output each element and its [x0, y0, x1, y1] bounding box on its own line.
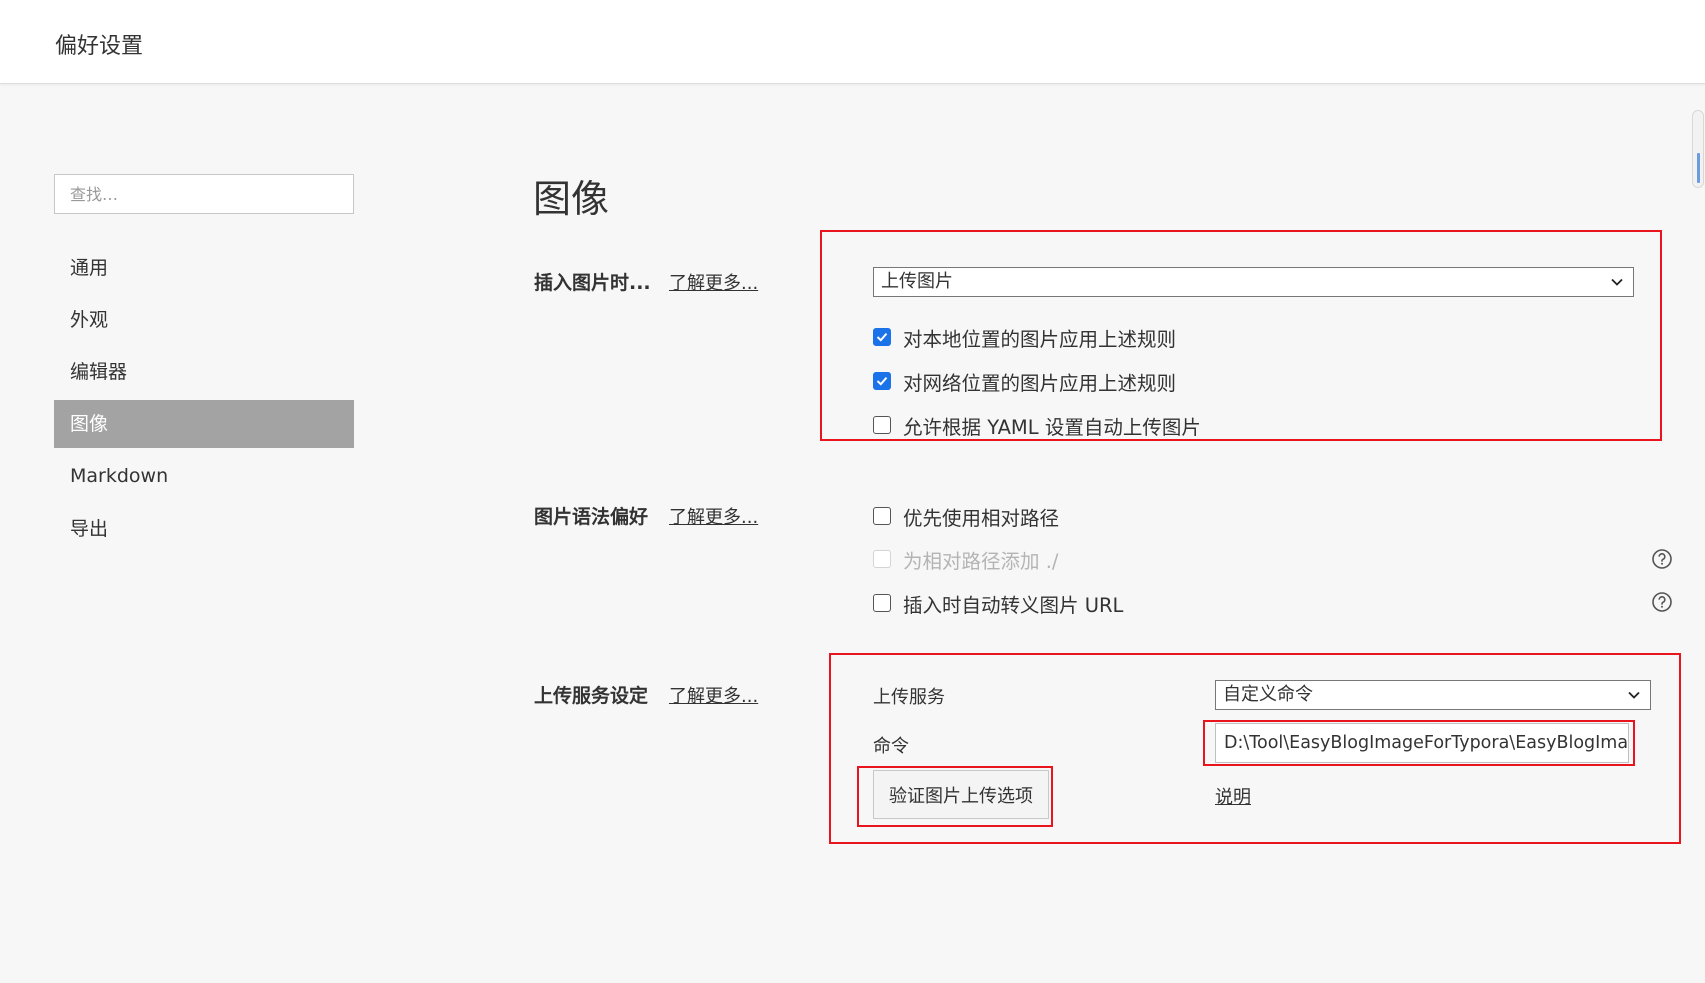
annotation-box-insert-image	[820, 230, 1662, 441]
escape-image-url-checkbox[interactable]	[873, 594, 891, 612]
prefer-relative-path-checkbox[interactable]	[873, 507, 891, 525]
syntax-learn-more-link[interactable]: 了解更多...	[669, 503, 758, 529]
upload-service-settings-label: 上传服务设定	[534, 685, 649, 707]
sidebar-item-image[interactable]: 图像	[54, 400, 354, 448]
sidebar-item-export[interactable]: 导出	[54, 505, 354, 553]
insert-image-label: 插入图片时...	[534, 272, 651, 294]
prefer-relative-path-option[interactable]: 优先使用相对路径	[873, 502, 1059, 530]
annotation-box-verify-button	[857, 766, 1053, 827]
escape-image-url-option[interactable]: 插入时自动转义图片 URL	[873, 589, 1123, 617]
prefer-relative-path-label: 优先使用相对路径	[903, 506, 1060, 530]
add-dot-slash-option[interactable]: 为相对路径添加 ./	[873, 545, 1058, 573]
help-icon[interactable]	[1651, 591, 1673, 613]
scrollbar-mark	[1697, 153, 1700, 183]
page-title: 图像	[533, 177, 610, 221]
window-title: 偏好设置	[55, 34, 144, 59]
sidebar-item-appearance[interactable]: 外观	[54, 296, 354, 344]
title-bar: 偏好设置	[0, 0, 1705, 84]
sidebar-item-general[interactable]: 通用	[54, 244, 354, 292]
annotation-box-command	[1203, 720, 1635, 766]
add-dot-slash-label: 为相对路径添加 ./	[903, 549, 1059, 573]
sidebar-item-editor[interactable]: 编辑器	[54, 348, 354, 396]
upload-learn-more-link[interactable]: 了解更多...	[669, 682, 758, 708]
syntax-preference-label: 图片语法偏好	[534, 506, 649, 528]
help-icon[interactable]	[1651, 548, 1673, 570]
add-dot-slash-checkbox[interactable]	[873, 550, 891, 568]
search-input[interactable]	[54, 174, 354, 214]
escape-image-url-label: 插入时自动转义图片 URL	[903, 593, 1124, 617]
insert-image-learn-more-link[interactable]: 了解更多...	[669, 269, 758, 295]
sidebar-item-markdown[interactable]: Markdown	[54, 452, 354, 500]
scrollbar-thumb[interactable]	[1692, 110, 1704, 188]
